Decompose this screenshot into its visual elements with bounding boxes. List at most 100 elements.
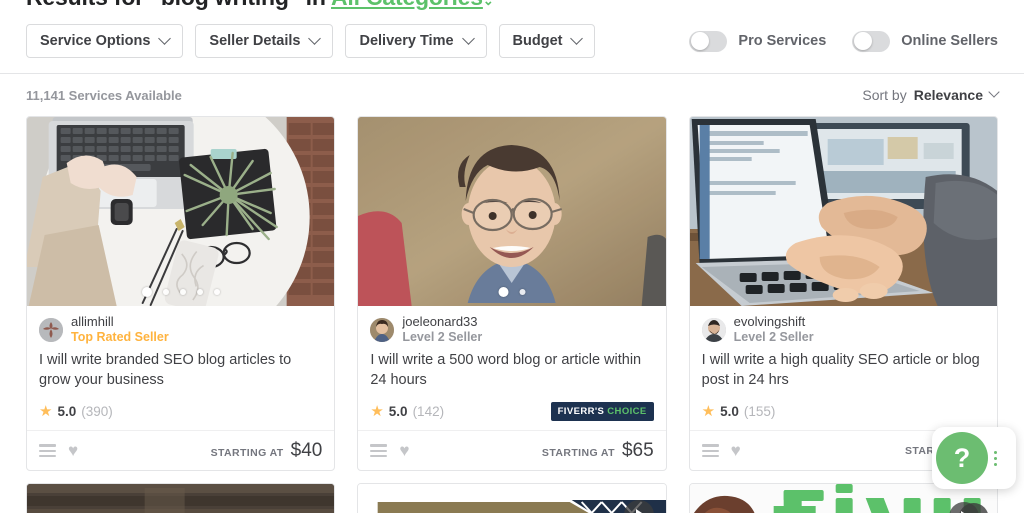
star-icon: ★ (701, 402, 716, 420)
filter-label: Budget (512, 33, 563, 49)
seller-meta: evolvingshift Level 2 Seller (733, 314, 814, 344)
page-title-prefix: Results for "blog writing" in (26, 0, 326, 10)
list-icon[interactable] (39, 444, 56, 458)
rating-row: ★ 5.0 (155) (702, 400, 985, 422)
gig-thumbnail[interactable] (27, 484, 335, 513)
more-vertical-icon[interactable] (994, 450, 997, 466)
gig-grid: allimhill Top Rated Seller I will write … (0, 116, 1024, 472)
chevron-down-icon (570, 31, 584, 45)
gig-footer: ♥ STARTING AT $65 (358, 430, 666, 470)
filter-label: Service Options (40, 33, 151, 49)
gig-card[interactable]: allimhill Top Rated Seller I will write … (26, 116, 336, 472)
list-icon[interactable] (370, 444, 388, 458)
gig-thumbnail[interactable] (358, 484, 666, 513)
dark-wood-texture-photo (27, 484, 335, 513)
chevron-down-icon (308, 31, 322, 45)
toggle-switch[interactable] (852, 30, 891, 52)
seller-row[interactable]: joeleonard33 Level 2 Seller (370, 314, 653, 344)
carousel-dot[interactable] (213, 289, 220, 295)
heart-icon[interactable]: ♥ (399, 442, 409, 459)
gig-thumbnail[interactable] (689, 117, 997, 306)
seller-row[interactable]: allimhill Top Rated Seller (39, 314, 322, 344)
toggle-pro-services[interactable]: Pro Services (689, 30, 827, 52)
gig-title[interactable]: I will write a 500 word blog or article … (370, 351, 653, 391)
filter-seller-details[interactable]: Seller Details (195, 24, 334, 58)
heart-icon[interactable]: ♥ (731, 442, 741, 459)
carousel-dot[interactable] (141, 287, 152, 297)
gig-body: allimhill Top Rated Seller I will write … (27, 306, 334, 422)
seller-meta: allimhill Top Rated Seller (71, 314, 169, 344)
gig-thumbnail[interactable] (358, 117, 666, 306)
gig-footer: ♥ STARTING AT $40 (27, 430, 335, 470)
seller-level: Level 2 Seller (733, 329, 814, 344)
status-badge: FIVERR'S CHOICE (550, 401, 654, 421)
gig-body: evolvingshift Level 2 Seller I will writ… (690, 306, 997, 422)
seller-name: allimhill (71, 314, 114, 329)
toggle-label: Pro Services (738, 33, 827, 49)
seller-level: Top Rated Seller (71, 329, 169, 344)
filter-service-options[interactable]: Service Options (26, 24, 184, 58)
filter-budget[interactable]: Budget (498, 24, 596, 58)
rating-count: (142) (412, 403, 445, 419)
price-block: STARTING AT $65 (542, 440, 654, 462)
chevron-down-icon (461, 31, 475, 45)
seller-name: joeleonard33 (402, 314, 478, 329)
filter-delivery-time[interactable]: Delivery Time (345, 24, 487, 58)
seller-row[interactable]: evolvingshift Level 2 Seller (701, 314, 985, 344)
rating-count: (155) (743, 403, 776, 419)
badge-prefix: FIVERR'S (557, 405, 605, 417)
carousel-dots[interactable] (141, 287, 220, 297)
rating-row: ★ 5.0 (142) FIVERR'S CHOICE (370, 400, 654, 422)
help-button[interactable]: ? (936, 432, 988, 484)
category-caret-icon[interactable]: ⌄ (483, 0, 494, 8)
price-amount: $40 (290, 439, 323, 461)
toggle-switch[interactable] (689, 30, 728, 52)
toggle-online-sellers[interactable]: Online Sellers (852, 30, 998, 52)
filter-label: Delivery Time (359, 33, 454, 49)
filter-bar: Service Options Seller Details Delivery … (26, 24, 998, 58)
carousel-dot[interactable] (179, 289, 186, 295)
avatar (370, 317, 395, 342)
rating-value: 5.0 (388, 403, 408, 419)
chevron-down-icon (158, 31, 172, 45)
toggle-knob (853, 32, 872, 50)
rating-row: ★ 5.0 (390) (39, 400, 322, 422)
avatar-image (701, 317, 726, 342)
star-icon: ★ (370, 402, 384, 420)
gig-body: joeleonard33 Level 2 Seller I will write… (358, 306, 665, 422)
toggle-label: Online Sellers (901, 33, 998, 49)
avatar (701, 317, 726, 342)
carousel-dots[interactable] (498, 287, 526, 297)
carousel-dot[interactable] (196, 289, 203, 295)
gig-thumbnail[interactable] (27, 117, 335, 306)
star-icon: ★ (39, 402, 53, 420)
gig-card[interactable]: joeleonard33 Level 2 Seller I will write… (357, 116, 667, 472)
sort-control[interactable]: Sort by Relevance (862, 86, 1000, 103)
search-header: Results for "blog writing" in All Catego… (0, 0, 1024, 74)
filter-label: Seller Details (209, 33, 301, 49)
carousel-dot[interactable] (519, 289, 526, 295)
heart-icon[interactable]: ♥ (68, 442, 78, 459)
price-label: STARTING AT (210, 446, 284, 459)
gig-card[interactable] (357, 483, 667, 513)
sort-value: Relevance (913, 87, 983, 103)
gig-title[interactable]: I will write branded SEO blog articles t… (39, 351, 322, 391)
toggle-knob (690, 32, 709, 50)
man-portrait-glasses-photo (358, 117, 666, 306)
carousel-dot[interactable] (162, 289, 169, 295)
carousel-dot[interactable] (498, 287, 509, 297)
gig-card[interactable]: evolvingshift Level 2 Seller I will writ… (688, 116, 998, 472)
gig-title[interactable]: I will write a high quality SEO article … (702, 351, 985, 391)
price-label: STARTING AT (541, 446, 615, 459)
gig-card[interactable] (26, 483, 336, 513)
gig-grid-next-row (0, 483, 1024, 513)
seller-name: evolvingshift (733, 314, 806, 329)
help-widget: ? (932, 427, 1016, 489)
seller-meta: joeleonard33 Level 2 Seller (402, 314, 482, 344)
desk-laptop-plant-photo (27, 117, 335, 306)
category-link[interactable]: All Categories (331, 0, 483, 10)
wood-desk-pattern-photo (358, 484, 666, 513)
sort-prefix-label: Sort by (862, 87, 907, 103)
list-icon[interactable] (701, 444, 719, 458)
avatar-image (39, 317, 63, 342)
